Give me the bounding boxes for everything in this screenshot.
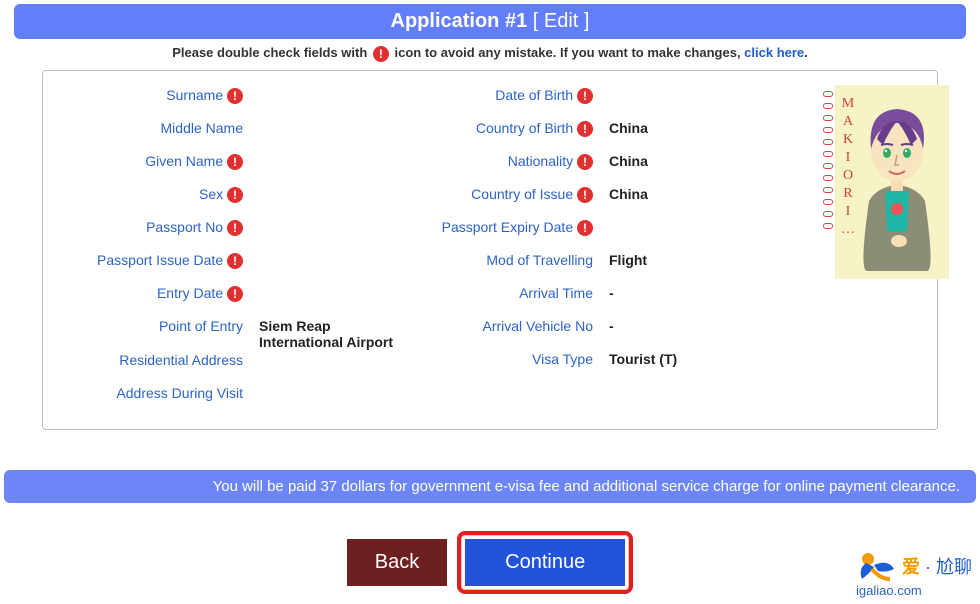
field-label: Arrival Time (419, 283, 599, 301)
right-field-row: Visa TypeTourist (T) (419, 349, 819, 382)
right-field-row: Date of Birth ! (419, 85, 819, 118)
field-value (249, 217, 259, 219)
left-field-row: Entry Date ! (59, 283, 419, 316)
watermark-brand: 爱 · 尬聊 (902, 553, 972, 579)
application-header: Application #1 [ Edit ] (14, 4, 966, 39)
warning-prefix: Please double check fields with (172, 45, 371, 60)
field-label: Nationality ! (419, 151, 599, 170)
right-field-row: Mod of TravellingFlight (419, 250, 819, 283)
field-value (249, 350, 259, 352)
alert-icon: ! (227, 220, 243, 236)
field-label: Passport No ! (59, 217, 249, 236)
left-field-row: Given Name ! (59, 151, 419, 184)
left-field-row: Residential Address (59, 350, 419, 383)
field-value (599, 85, 609, 87)
field-label: Mod of Travelling (419, 250, 599, 268)
field-value (249, 283, 259, 285)
field-value: - (599, 316, 614, 334)
field-label: Date of Birth ! (419, 85, 599, 104)
field-label: Visa Type (419, 349, 599, 367)
alert-icon: ! (227, 286, 243, 302)
field-value: China (599, 151, 648, 169)
warning-tail: . (804, 45, 808, 60)
form-panel: Surname ! Middle Name Given Name ! Sex ! Pas… (42, 70, 938, 430)
alert-icon: ! (577, 187, 593, 203)
right-field-row: Country of Issue !China (419, 184, 819, 217)
field-value: Flight (599, 250, 647, 268)
applicant-photo: MAKIORI… (825, 85, 949, 279)
field-label: Point of Entry (59, 316, 249, 334)
continue-highlight: Continue (457, 531, 633, 594)
field-label: Arrival Vehicle No (419, 316, 599, 334)
field-value (249, 151, 259, 153)
field-label: Entry Date ! (59, 283, 249, 302)
field-label: Middle Name (59, 118, 249, 136)
continue-button[interactable]: Continue (465, 539, 625, 586)
field-value (249, 250, 259, 252)
alert-icon: ! (577, 154, 593, 170)
field-value (249, 118, 259, 120)
alert-icon: ! (577, 88, 593, 104)
right-field-row: Arrival Vehicle No- (419, 316, 819, 349)
field-label: Residential Address (59, 350, 249, 368)
right-column: Date of Birth !Country of Birth !ChinaNa… (419, 85, 819, 416)
field-label: Country of Birth ! (419, 118, 599, 137)
field-label: Sex ! (59, 184, 249, 203)
field-value: China (599, 184, 648, 202)
left-field-row: Passport Issue Date ! (59, 250, 419, 283)
right-field-row: Arrival Time- (419, 283, 819, 316)
alert-icon: ! (227, 253, 243, 269)
alert-icon: ! (577, 220, 593, 236)
warning-suffix: icon to avoid any mistake. If you want t… (395, 45, 745, 60)
back-button[interactable]: Back (347, 539, 447, 586)
application-title: Application #1 (391, 10, 528, 32)
alert-icon: ! (373, 46, 389, 62)
field-value: China (599, 118, 648, 136)
field-label: Passport Expiry Date ! (419, 217, 599, 236)
field-value: - (599, 283, 614, 301)
field-label: Address During Visit (59, 383, 249, 401)
fee-notice-bar: You will be paid 37 dollars for governme… (4, 470, 976, 503)
fee-notice-text: You will be paid 37 dollars for governme… (213, 478, 960, 495)
left-field-row: Passport No ! (59, 217, 419, 250)
field-value (249, 85, 259, 87)
field-value (249, 184, 259, 186)
field-label: Passport Issue Date ! (59, 250, 249, 269)
portrait-illustration (849, 91, 945, 271)
site-watermark: 爱 · 尬聊 igaliao.com (856, 549, 972, 598)
button-row: Back Continue (0, 531, 980, 594)
alert-icon: ! (577, 121, 593, 137)
right-field-row: Country of Birth !China (419, 118, 819, 151)
field-value: Tourist (T) (599, 349, 677, 367)
right-field-row: Passport Expiry Date ! (419, 217, 819, 250)
alert-icon: ! (227, 154, 243, 170)
left-field-row: Surname ! (59, 85, 419, 118)
warning-link[interactable]: click here (744, 45, 804, 60)
left-field-row: Address During Visit (59, 383, 419, 416)
watermark-url[interactable]: igaliao.com (856, 583, 972, 598)
watermark-logo-icon (856, 549, 896, 583)
field-value: Siem Reap International Airport (249, 316, 409, 350)
edit-link[interactable]: [ Edit ] (533, 10, 590, 32)
field-value (599, 217, 609, 219)
right-field-row: Nationality !China (419, 151, 819, 184)
field-label: Given Name ! (59, 151, 249, 170)
warning-line: Please double check fields with ! icon t… (0, 45, 980, 62)
alert-icon: ! (227, 88, 243, 104)
alert-icon: ! (227, 187, 243, 203)
field-label: Country of Issue ! (419, 184, 599, 203)
field-value (249, 383, 259, 385)
left-field-row: Point of EntrySiem Reap International Ai… (59, 316, 419, 350)
field-label: Surname ! (59, 85, 249, 104)
left-field-row: Sex ! (59, 184, 419, 217)
left-column: Surname ! Middle Name Given Name ! Sex ! Pas… (59, 85, 419, 416)
left-field-row: Middle Name (59, 118, 419, 151)
